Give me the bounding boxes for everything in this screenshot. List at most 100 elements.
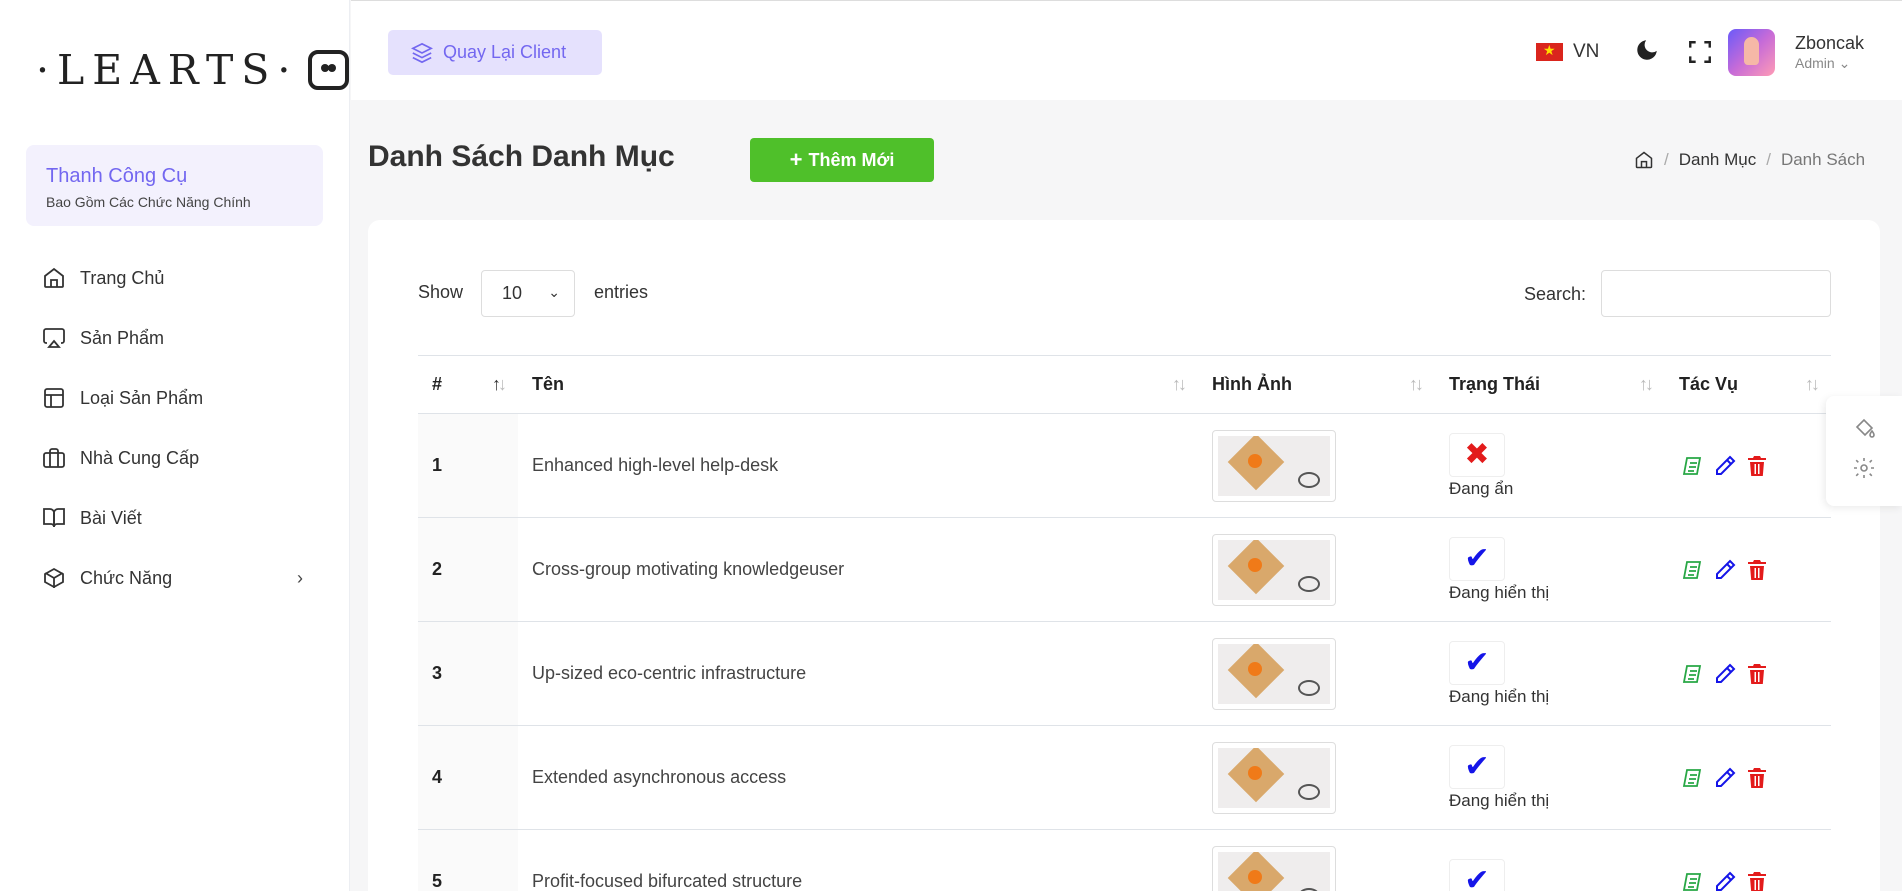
table-row: 2 Cross-group motivating knowledgeuser ✔… [418,518,1831,622]
view-details-icon[interactable] [1681,557,1705,583]
fullscreen-icon[interactable] [1687,39,1713,65]
view-details-icon[interactable] [1681,765,1705,791]
sidebar-item-suppliers[interactable]: Nhà Cung Cấp [0,428,349,488]
delete-trash-icon[interactable] [1745,661,1769,687]
sidebar-item-label: Chức Năng [80,567,173,588]
table-row: 3 Up-sized eco-centric infrastructure ✔ … [418,622,1831,726]
sidebar-item-functions[interactable]: Chức Năng › [0,548,349,608]
scissors-shape [1298,679,1320,696]
sidebar-item-posts[interactable]: Bài Viết [0,488,349,548]
sidebar-item-product-types[interactable]: Loại Sản Phẩm [0,368,349,428]
row-actions [1665,726,1831,829]
delete-trash-icon[interactable] [1745,765,1769,791]
column-header-image[interactable]: Hình Ảnh ↑↓ [1198,356,1435,413]
gift-image [1218,539,1330,600]
avatar[interactable] [1728,29,1775,76]
paint-bucket-icon[interactable] [1852,416,1876,440]
status-visible-icon[interactable]: ✔ [1449,858,1505,891]
gift-image [1218,747,1330,808]
sidebar-item-label: Nhà Cung Cấp [80,447,200,468]
back-to-client-button[interactable]: Quay Lại Client [388,30,602,75]
page-title: Danh Sách Danh Mục [368,140,675,173]
user-role[interactable]: Admin ⌄ [1795,55,1850,72]
breadcrumb-item-category[interactable]: Danh Mục [1679,150,1756,170]
delete-trash-icon[interactable] [1745,557,1769,583]
moon-icon[interactable] [1634,37,1660,63]
show-label: Show [418,282,464,302]
edit-pencil-icon[interactable] [1713,765,1737,791]
row-status-cell: ✔ Đang hiển thị [1435,518,1665,621]
column-header-number[interactable]: # ↑↓ [418,356,518,413]
delete-trash-icon[interactable] [1745,453,1769,479]
sidebar-menu: Trang Chủ Sản Phẩm Loại Sản Phẩm Nhà Cun… [0,248,349,608]
status-visible-icon[interactable]: ✔ [1449,744,1505,789]
status-visible-icon[interactable]: ✔ [1449,536,1505,581]
status-text: Đang ẩn [1449,478,1514,498]
scissors-shape [1298,471,1320,488]
status-text: Đang hiển thị [1449,686,1550,706]
status-text: Đang hiển thị [1449,790,1550,810]
row-image-cell [1198,830,1435,891]
home-icon[interactable] [1634,150,1654,170]
row-number: 5 [418,830,518,891]
entries-select[interactable]: 10 ⌄ [481,270,575,317]
row-status-cell: ✖ Đang ẩn [1435,414,1665,517]
entries-label: entries [594,282,649,302]
view-details-icon[interactable] [1681,661,1705,687]
top-header: Quay Lại Client VN Zboncak Admin ⌄ [351,0,1902,100]
sidebar-item-label: Bài Viết [80,507,142,528]
table-row: 4 Extended asynchronous access ✔ Đang hi… [418,726,1831,830]
table-body: 1 Enhanced high-level help-desk ✖ Đang ẩ… [418,414,1831,891]
sidebar-item-home[interactable]: Trang Chủ [0,248,349,308]
gear-icon[interactable] [1852,456,1876,480]
category-thumbnail[interactable] [1212,429,1336,502]
toolbar-panel: Thanh Công Cụ Bao Gồm Các Chức Năng Chín… [26,145,323,226]
book-open-icon [43,508,65,528]
user-name[interactable]: Zboncak [1795,33,1864,54]
row-actions [1665,518,1831,621]
category-thumbnail[interactable] [1212,533,1336,606]
logo-text: ·LEARTS· [36,46,299,94]
column-header-label: # [432,374,443,394]
gift-image [1218,435,1330,496]
scissors-shape [1298,783,1320,800]
edit-pencil-icon[interactable] [1713,557,1737,583]
view-details-icon[interactable] [1681,453,1705,479]
vietnam-flag-icon[interactable] [1536,42,1563,61]
scissors-shape [1298,887,1320,891]
category-thumbnail[interactable] [1212,741,1336,814]
edit-pencil-icon[interactable] [1713,869,1737,891]
edit-pencil-icon[interactable] [1713,453,1737,479]
status-visible-icon[interactable]: ✔ [1449,640,1505,685]
category-thumbnail[interactable] [1212,845,1336,891]
sidebar-item-products[interactable]: Sản Phẩm [0,308,349,368]
sort-asc-icon: ↑↓ [492,374,507,394]
customizer-panel [1826,396,1902,506]
column-header-name[interactable]: Tên ↑↓ [518,356,1198,413]
toolbar-title: Thanh Công Cụ [46,165,188,187]
chevron-down-icon: ⌄ [1838,55,1851,71]
view-details-icon[interactable] [1681,869,1705,891]
gift-image [1218,851,1330,891]
add-new-button[interactable]: + Thêm Mới [750,138,934,182]
delete-trash-icon[interactable] [1745,869,1769,891]
row-image-cell [1198,726,1435,829]
row-actions [1665,414,1831,517]
search-label: Search: [1524,284,1587,304]
airplay-icon [43,328,65,348]
column-header-actions[interactable]: Tác Vụ ↑↓ [1665,356,1831,413]
category-thumbnail[interactable] [1212,637,1336,710]
row-image-cell [1198,414,1435,517]
status-hidden-icon[interactable]: ✖ [1449,432,1505,477]
row-name: Up-sized eco-centric infrastructure [532,663,807,683]
language-selector[interactable]: VN [1573,41,1599,63]
brand-logo[interactable]: ·LEARTS· [0,0,349,140]
row-name: Cross-group motivating knowledgeuser [532,559,845,579]
sidebar-item-label: Trang Chủ [80,267,165,288]
column-header-status[interactable]: Trạng Thái ↑↓ [1435,356,1665,413]
search-input[interactable] [1601,270,1831,317]
edit-pencil-icon[interactable] [1713,661,1737,687]
row-name: Profit-focused bifurcated structure [532,871,803,891]
row-status-cell: ✔ Đang hiển thị [1435,726,1665,829]
breadcrumb: / Danh Mục / Danh Sách [1634,150,1865,170]
